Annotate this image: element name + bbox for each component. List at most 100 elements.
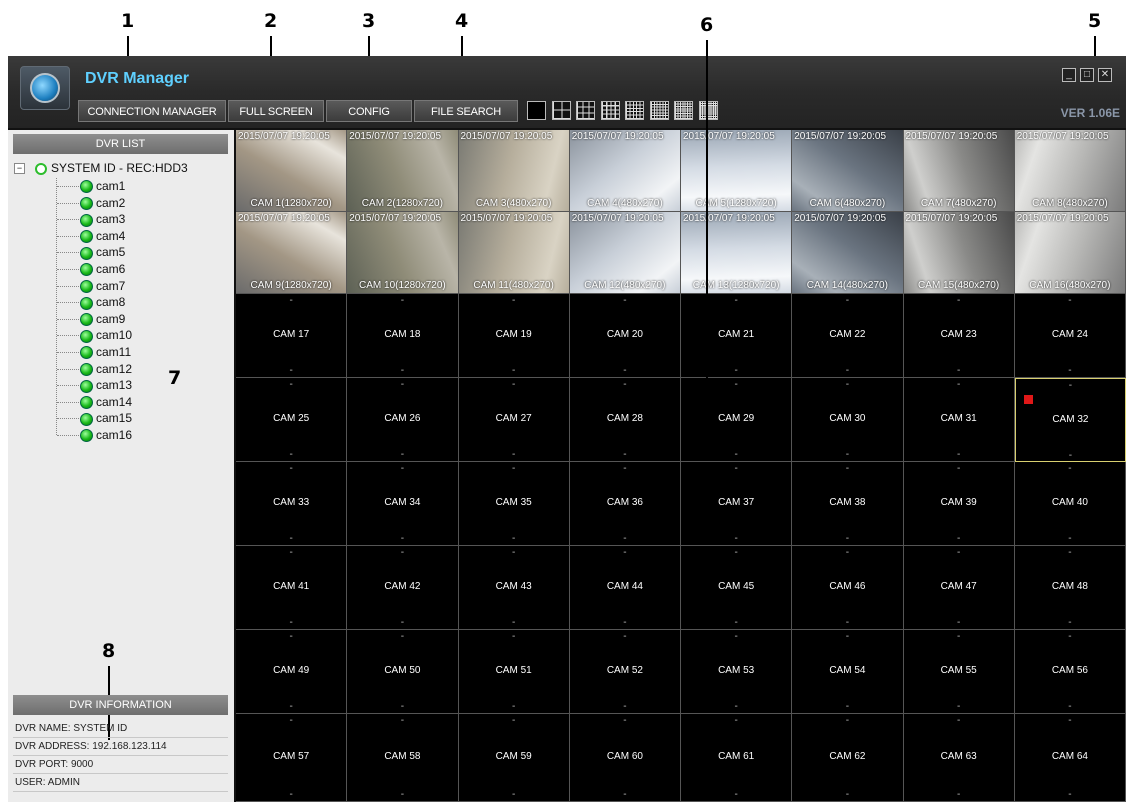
- camera-tree-item[interactable]: cam7: [80, 278, 125, 294]
- empty-camera-tile[interactable]: - CAM 46 -: [792, 546, 904, 630]
- camera-tile-label: CAM 21: [718, 329, 755, 340]
- video-feed-tile[interactable]: 2015/07/07 19:20:05 CAM 14(480x270): [792, 212, 904, 294]
- layout-8x8-icon[interactable]: [698, 101, 718, 120]
- empty-camera-tile[interactable]: - CAM 32 -: [1014, 378, 1126, 462]
- empty-camera-tile[interactable]: - CAM 60 -: [569, 714, 681, 802]
- empty-camera-tile[interactable]: - CAM 58 -: [347, 714, 459, 802]
- empty-camera-tile[interactable]: - CAM 20 -: [569, 294, 681, 378]
- empty-camera-tile[interactable]: - CAM 28 -: [569, 378, 681, 462]
- video-feed-tile[interactable]: 2015/07/07 19:20:05 CAM 1(1280x720): [236, 130, 348, 212]
- camera-tree-item[interactable]: cam9: [80, 311, 125, 327]
- video-feed-tile[interactable]: 2015/07/07 19:20:05 CAM 7(480x270): [903, 130, 1015, 212]
- empty-camera-tile[interactable]: - CAM 39 -: [903, 462, 1015, 546]
- empty-camera-tile[interactable]: - CAM 59 -: [458, 714, 570, 802]
- empty-camera-tile[interactable]: - CAM 26 -: [347, 378, 459, 462]
- camera-tree-item[interactable]: cam6: [80, 261, 125, 277]
- video-feed-tile[interactable]: 2015/07/07 19:20:05 CAM 5(1280x720): [681, 130, 793, 212]
- camera-tree-item[interactable]: cam5: [80, 244, 125, 260]
- layout-4x4-icon[interactable]: [600, 101, 620, 120]
- layout-7x7-icon[interactable]: [674, 101, 693, 120]
- layout-5x5-icon[interactable]: [625, 101, 644, 120]
- empty-camera-tile[interactable]: - CAM 36 -: [569, 462, 681, 546]
- video-feed-tile[interactable]: 2015/07/07 19:20:05 CAM 16(480x270): [1014, 212, 1126, 294]
- video-feed-tile[interactable]: 2015/07/07 19:20:05 CAM 6(480x270): [792, 130, 904, 212]
- empty-camera-tile[interactable]: - CAM 62 -: [792, 714, 904, 802]
- empty-camera-tile[interactable]: - CAM 35 -: [458, 462, 570, 546]
- camera-tree-item[interactable]: cam2: [80, 195, 125, 211]
- empty-camera-tile[interactable]: - CAM 57 -: [236, 714, 348, 802]
- minimize-icon[interactable]: _: [1062, 68, 1076, 82]
- video-feed-tile[interactable]: 2015/07/07 19:20:05 CAM 2(1280x720): [347, 130, 459, 212]
- tile-bottom-marker: -: [1068, 789, 1072, 800]
- empty-camera-tile[interactable]: - CAM 55 -: [903, 630, 1015, 714]
- layout-6x6-icon[interactable]: [649, 101, 669, 120]
- empty-camera-tile[interactable]: - CAM 22 -: [792, 294, 904, 378]
- video-feed-tile[interactable]: 2015/07/07 19:20:05 CAM 15(480x270): [903, 212, 1015, 294]
- empty-camera-tile[interactable]: - CAM 33 -: [236, 462, 348, 546]
- empty-camera-tile[interactable]: - CAM 23 -: [903, 294, 1015, 378]
- dvr-root-item[interactable]: − SYSTEM ID - REC:HDD3: [14, 160, 188, 176]
- empty-camera-tile[interactable]: - CAM 63 -: [903, 714, 1015, 802]
- empty-camera-tile[interactable]: - CAM 41 -: [236, 546, 348, 630]
- empty-camera-tile[interactable]: - CAM 37 -: [681, 462, 793, 546]
- camera-tree-item[interactable]: cam8: [80, 294, 125, 310]
- empty-camera-tile[interactable]: - CAM 34 -: [347, 462, 459, 546]
- empty-camera-tile[interactable]: - CAM 29 -: [681, 378, 793, 462]
- video-feed-tile[interactable]: 2015/07/07 19:20:05 CAM 13(1280x720): [681, 212, 793, 294]
- empty-camera-tile[interactable]: - CAM 43 -: [458, 546, 570, 630]
- empty-camera-tile[interactable]: - CAM 51 -: [458, 630, 570, 714]
- video-feed-tile[interactable]: 2015/07/07 19:20:05 CAM 11(480x270): [458, 212, 570, 294]
- close-icon[interactable]: ✕: [1098, 68, 1112, 82]
- empty-camera-tile[interactable]: - CAM 18 -: [347, 294, 459, 378]
- empty-camera-tile[interactable]: - CAM 52 -: [569, 630, 681, 714]
- layout-2x2-icon[interactable]: [551, 101, 571, 120]
- layout-3x3-icon[interactable]: [576, 101, 595, 120]
- file-search-button[interactable]: FILE SEARCH: [414, 100, 518, 122]
- empty-camera-tile[interactable]: - CAM 45 -: [681, 546, 793, 630]
- empty-camera-tile[interactable]: - CAM 54 -: [792, 630, 904, 714]
- empty-camera-tile[interactable]: - CAM 61 -: [681, 714, 793, 802]
- video-feed-tile[interactable]: 2015/07/07 19:20:05 CAM 8(480x270): [1014, 130, 1126, 212]
- empty-camera-tile[interactable]: - CAM 25 -: [236, 378, 348, 462]
- layout-1x1-icon[interactable]: [527, 101, 546, 120]
- full-screen-button[interactable]: FULL SCREEN: [228, 100, 324, 122]
- camera-tree-item[interactable]: cam16: [80, 427, 132, 443]
- video-feed-tile[interactable]: 2015/07/07 19:20:05 CAM 9(1280x720): [236, 212, 348, 294]
- camera-tree-item[interactable]: cam4: [80, 228, 125, 244]
- connection-manager-button[interactable]: CONNECTION MANAGER: [78, 100, 226, 122]
- video-feed-tile[interactable]: 2015/07/07 19:20:05 CAM 3(480x270): [458, 130, 570, 212]
- restore-icon[interactable]: □: [1080, 68, 1094, 82]
- video-feed-tile[interactable]: 2015/07/07 19:20:05 CAM 10(1280x720): [347, 212, 459, 294]
- camera-tree-item[interactable]: cam11: [80, 344, 131, 360]
- empty-camera-tile[interactable]: - CAM 44 -: [569, 546, 681, 630]
- video-feed-tile[interactable]: 2015/07/07 19:20:05 CAM 4(480x270): [569, 130, 681, 212]
- empty-camera-tile[interactable]: - CAM 21 -: [681, 294, 793, 378]
- camera-tree-item[interactable]: cam14: [80, 394, 132, 410]
- empty-camera-tile[interactable]: - CAM 31 -: [903, 378, 1015, 462]
- collapse-icon[interactable]: −: [14, 163, 25, 175]
- empty-camera-tile[interactable]: - CAM 50 -: [347, 630, 459, 714]
- camera-tree-item[interactable]: cam1: [80, 178, 125, 194]
- empty-camera-tile[interactable]: - CAM 17 -: [236, 294, 348, 378]
- empty-camera-tile[interactable]: - CAM 53 -: [681, 630, 793, 714]
- empty-camera-tile[interactable]: - CAM 27 -: [458, 378, 570, 462]
- config-button[interactable]: CONFIG: [326, 100, 412, 122]
- camera-tree-item[interactable]: cam12: [80, 361, 132, 377]
- empty-camera-tile[interactable]: - CAM 49 -: [236, 630, 348, 714]
- camera-tree-item[interactable]: cam13: [80, 377, 132, 393]
- empty-camera-tile[interactable]: - CAM 64 -: [1014, 714, 1126, 802]
- empty-camera-tile[interactable]: - CAM 19 -: [458, 294, 570, 378]
- empty-camera-tile[interactable]: - CAM 48 -: [1014, 546, 1126, 630]
- empty-camera-tile[interactable]: - CAM 40 -: [1014, 462, 1126, 546]
- empty-camera-tile[interactable]: - CAM 42 -: [347, 546, 459, 630]
- empty-camera-tile[interactable]: - CAM 38 -: [792, 462, 904, 546]
- camera-tree-item[interactable]: cam15: [80, 410, 132, 426]
- camera-tree-item[interactable]: cam10: [80, 327, 132, 343]
- video-feed-tile[interactable]: 2015/07/07 19:20:05 CAM 12(480x270): [569, 212, 681, 294]
- empty-camera-tile[interactable]: - CAM 47 -: [903, 546, 1015, 630]
- empty-camera-tile[interactable]: - CAM 24 -: [1014, 294, 1126, 378]
- empty-camera-tile[interactable]: - CAM 56 -: [1014, 630, 1126, 714]
- camera-tile-label: CAM 47: [940, 581, 977, 592]
- camera-tree-item[interactable]: cam3: [80, 211, 125, 227]
- empty-camera-tile[interactable]: - CAM 30 -: [792, 378, 904, 462]
